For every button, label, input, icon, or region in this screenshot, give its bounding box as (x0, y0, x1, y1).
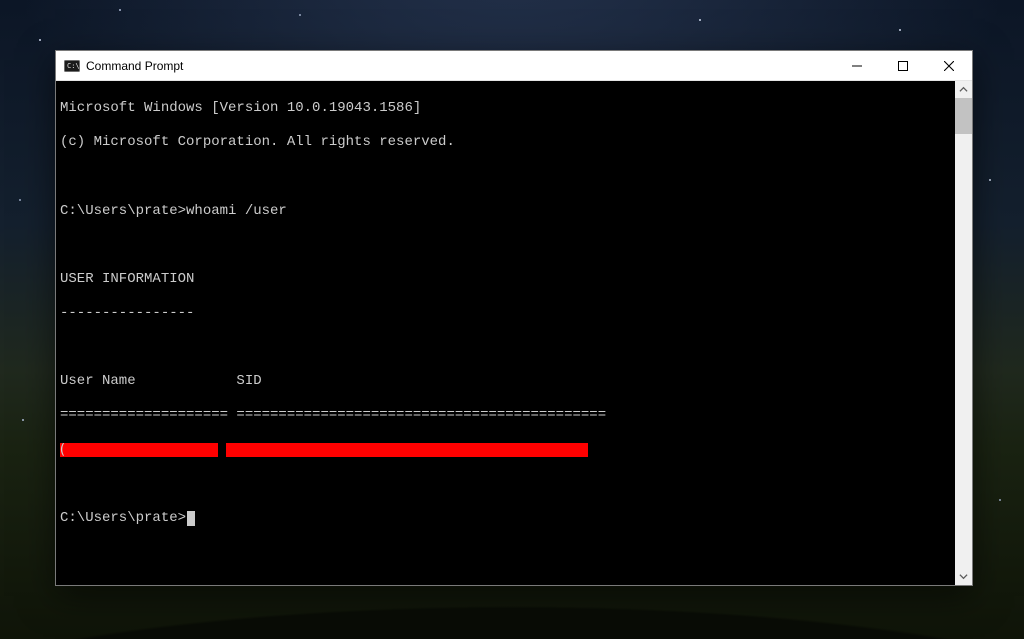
redacted-username: ( (60, 443, 218, 457)
line-copyright: (c) Microsoft Corporation. All rights re… (60, 134, 951, 151)
scroll-down-button[interactable] (955, 568, 972, 585)
scroll-up-button[interactable] (955, 81, 972, 98)
client-area: Microsoft Windows [Version 10.0.19043.15… (56, 81, 972, 585)
line-col-rule: ==================== ===================… (60, 407, 951, 424)
window-title: Command Prompt (86, 59, 183, 73)
line-section-header: USER INFORMATION (60, 271, 951, 288)
prompt-text: C:\Users\prate> (60, 510, 186, 526)
line-prompt-1: C:\Users\prate>whoami /user (60, 203, 951, 220)
maximize-button[interactable] (880, 51, 926, 81)
vertical-scrollbar[interactable] (955, 81, 972, 585)
command-prompt-window: C:\ Command Prompt Microsoft Windows [Ve… (55, 50, 973, 586)
scroll-thumb[interactable] (955, 98, 972, 134)
close-button[interactable] (926, 51, 972, 81)
line-col-header: User Name SID (60, 373, 951, 390)
cmd-icon: C:\ (64, 58, 80, 74)
line-prompt-2: C:\Users\prate> (60, 510, 951, 527)
titlebar[interactable]: C:\ Command Prompt (56, 51, 972, 81)
svg-text:C:\: C:\ (67, 62, 80, 70)
redacted-sid (226, 443, 588, 457)
cursor (187, 511, 195, 526)
blank-line (60, 237, 951, 254)
blank-line (60, 339, 951, 356)
blank-line (60, 476, 951, 493)
line-version: Microsoft Windows [Version 10.0.19043.15… (60, 100, 951, 117)
blank-line (60, 168, 951, 185)
line-redacted-values: ( (60, 442, 951, 459)
terminal-output[interactable]: Microsoft Windows [Version 10.0.19043.15… (56, 81, 955, 585)
line-section-rule: ---------------- (60, 305, 951, 322)
minimize-button[interactable] (834, 51, 880, 81)
